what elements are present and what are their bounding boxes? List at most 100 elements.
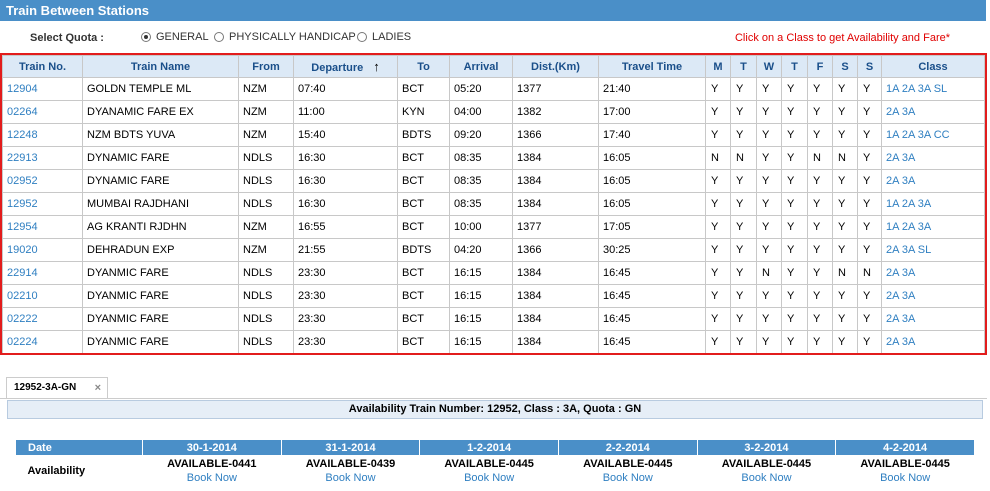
train-number-link[interactable]: 19020 [2, 238, 83, 262]
travel-time-cell: 16:45 [598, 307, 706, 331]
class-links[interactable]: 2A 3A [881, 284, 985, 308]
class-links[interactable]: 1A 2A 3A SL [881, 77, 985, 101]
from-station-cell: NZM [238, 238, 294, 262]
train-number-link[interactable]: 02210 [2, 284, 83, 308]
quota-physically-handicap-radio[interactable]: PHYSICALLY HANDICAP [214, 31, 356, 43]
runs-mon-cell: Y [705, 307, 731, 331]
train-number-link[interactable]: 02224 [2, 330, 83, 353]
train-number-link[interactable]: 02264 [2, 100, 83, 124]
header-train-name: Train Name [82, 55, 239, 78]
quota-ladies-radio[interactable]: LADIES [357, 31, 411, 43]
travel-time-cell: 16:05 [598, 192, 706, 216]
runs-tue-cell: Y [730, 215, 757, 239]
header-day-tue: T [730, 55, 757, 78]
runs-thu-cell: Y [781, 169, 808, 193]
book-now-link[interactable]: Book Now [697, 471, 836, 485]
book-now-link[interactable]: Book Now [143, 471, 282, 485]
header-day-thu: T [781, 55, 808, 78]
book-now-link[interactable]: Book Now [836, 471, 975, 485]
travel-time-cell: 21:40 [598, 77, 706, 101]
runs-sat-cell: Y [832, 307, 858, 331]
distance-cell: 1366 [512, 238, 599, 262]
radio-unchecked-icon[interactable] [357, 32, 367, 42]
class-links[interactable]: 2A 3A [881, 169, 985, 193]
date-header: 3-2-2014 [696, 439, 837, 456]
train-number-link[interactable]: 02222 [2, 307, 83, 331]
travel-time-cell: 16:05 [598, 169, 706, 193]
arrow-up-icon[interactable]: ↑ [373, 59, 380, 74]
runs-thu-cell: Y [781, 307, 808, 331]
runs-fri-cell: Y [807, 192, 833, 216]
header-label: F [816, 60, 824, 73]
quota-general-radio[interactable]: GENERAL [141, 31, 209, 43]
header-label: S [865, 60, 874, 73]
class-links[interactable]: 2A 3A SL [881, 238, 985, 262]
runs-mon-cell: Y [705, 238, 731, 262]
train-number-link[interactable]: 12954 [2, 215, 83, 239]
availability-row-label: Availability [27, 465, 86, 477]
book-now-link[interactable]: Book Now [281, 471, 420, 485]
header-departure[interactable]: Departure ↑ [293, 55, 398, 78]
train-number-link[interactable]: 12248 [2, 123, 83, 147]
arrival-cell: 16:15 [449, 330, 513, 353]
departure-cell: 16:30 [293, 146, 398, 170]
from-station-cell: NDLS [238, 307, 294, 331]
departure-cell: 15:40 [293, 123, 398, 147]
distance-cell: 1377 [512, 77, 599, 101]
table-row: 19020 DEHRADUN EXP NZM 21:55 BDTS 04:20 1366 30… [2, 238, 985, 262]
runs-fri-cell: Y [807, 123, 833, 147]
class-links[interactable]: 2A 3A [881, 146, 985, 170]
to-station-cell: BCT [397, 169, 450, 193]
header-from: From [238, 55, 294, 78]
quota-option-label: GENERAL [156, 31, 209, 43]
date-header: 2-2-2014 [557, 439, 698, 456]
class-links[interactable]: 2A 3A [881, 100, 985, 124]
header-day-mon: M [705, 55, 731, 78]
availability-status: AVAILABLE-0445 [444, 458, 534, 470]
train-number-link[interactable]: 02952 [2, 169, 83, 193]
runs-mon-cell: Y [705, 261, 731, 285]
from-station-cell: NZM [238, 100, 294, 124]
train-name-cell: DYANMIC FARE [82, 261, 239, 285]
runs-thu-cell: Y [781, 123, 808, 147]
availability-tab[interactable]: 12952-3A-GN × [6, 377, 108, 399]
train-number-link[interactable]: 12904 [2, 77, 83, 101]
runs-mon-cell: Y [705, 215, 731, 239]
train-number-link[interactable]: 12952 [2, 192, 83, 216]
distance-cell: 1384 [512, 192, 599, 216]
class-links[interactable]: 2A 3A [881, 330, 985, 353]
header-label: Train Name [130, 60, 191, 73]
header-label: From [252, 60, 280, 73]
header-day-sun: S [857, 55, 882, 78]
book-now-link[interactable]: Book Now [558, 471, 697, 485]
runs-mon-cell: Y [705, 330, 731, 353]
runs-tue-cell: Y [730, 307, 757, 331]
distance-cell: 1384 [512, 307, 599, 331]
runs-thu-cell: Y [781, 77, 808, 101]
train-number-link[interactable]: 22914 [2, 261, 83, 285]
train-name-cell: DYANMIC FARE [82, 330, 239, 353]
class-links[interactable]: 2A 3A [881, 261, 985, 285]
radio-checked-icon[interactable] [141, 32, 151, 42]
availability-title: Availability Train Number: 12952, Class … [7, 400, 983, 419]
availability-row: Availability AVAILABLE-0441 Book Now AVAILA… [16, 456, 975, 487]
close-icon[interactable]: × [95, 378, 101, 398]
to-station-cell: BCT [397, 77, 450, 101]
runs-tue-cell: Y [730, 123, 757, 147]
runs-sun-cell: Y [857, 100, 882, 124]
class-links[interactable]: 1A 2A 3A CC [881, 123, 985, 147]
class-links[interactable]: 1A 2A 3A [881, 192, 985, 216]
to-station-cell: BCT [397, 261, 450, 285]
class-links[interactable]: 1A 2A 3A [881, 215, 985, 239]
runs-fri-cell: Y [807, 307, 833, 331]
book-now-link[interactable]: Book Now [420, 471, 559, 485]
arrival-cell: 16:15 [449, 284, 513, 308]
runs-sun-cell: Y [857, 169, 882, 193]
runs-thu-cell: Y [781, 238, 808, 262]
radio-unchecked-icon[interactable] [214, 32, 224, 42]
to-station-cell: BCT [397, 215, 450, 239]
runs-wed-cell: Y [756, 192, 782, 216]
runs-thu-cell: Y [781, 100, 808, 124]
train-number-link[interactable]: 22913 [2, 146, 83, 170]
class-links[interactable]: 2A 3A [881, 307, 985, 331]
